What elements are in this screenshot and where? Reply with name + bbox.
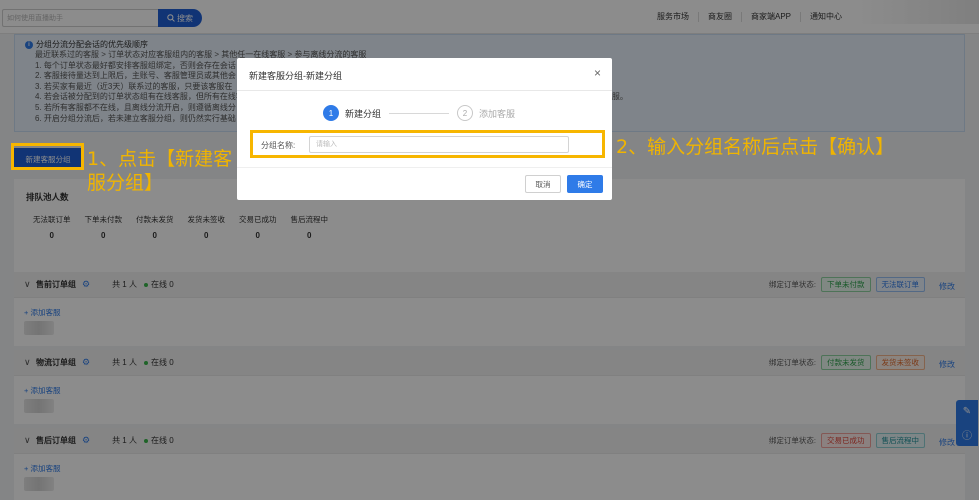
step-indicator: 1 新建分组 2 添加客服 xyxy=(323,105,515,121)
step-connector xyxy=(389,112,450,114)
close-icon[interactable]: × xyxy=(594,67,601,79)
highlight-box-create-button xyxy=(11,143,84,170)
confirm-button[interactable]: 确定 xyxy=(567,175,603,193)
cancel-button[interactable]: 取消 xyxy=(525,175,561,193)
step-number: 2 xyxy=(457,105,474,121)
step-label: 添加客服 xyxy=(479,108,516,119)
step-label: 新建分组 xyxy=(345,108,382,119)
annotation-step1: 1、点击【新建客服分组】 xyxy=(87,148,233,194)
modal-title: 新建客服分组-新建分组 xyxy=(249,71,342,81)
step-number: 1 xyxy=(323,105,339,121)
highlight-box-name-field xyxy=(250,130,605,158)
modal-divider xyxy=(237,90,612,91)
annotation-step2: 2、输入分组名称后点击【确认】 xyxy=(616,136,895,158)
new-group-modal: 新建客服分组-新建分组 × 1 新建分组 2 添加客服 分组名称: 取消 确定 xyxy=(237,58,612,200)
modal-footer-divider xyxy=(237,167,612,168)
